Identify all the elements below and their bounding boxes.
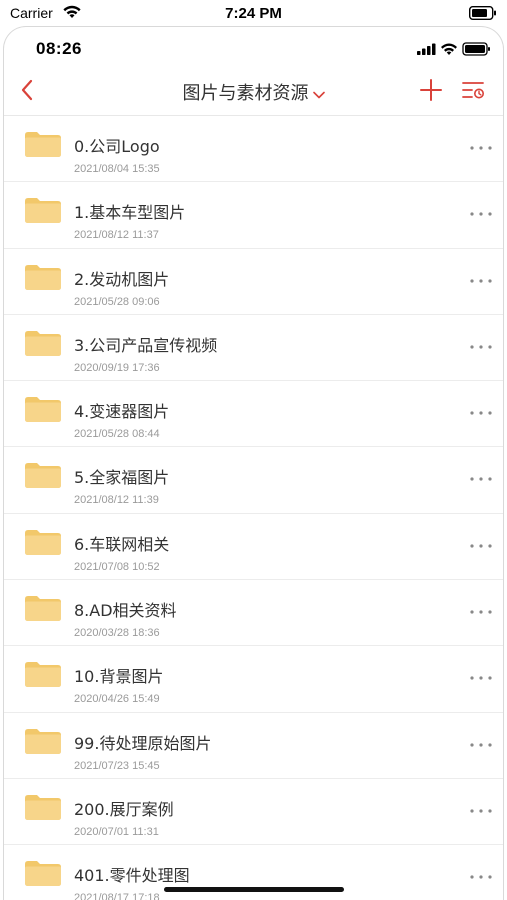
device-clock: 08:26 bbox=[36, 39, 82, 58]
folder-row[interactable]: 3.公司产品宣传视频 2020/09/19 17:36 bbox=[4, 315, 503, 382]
simulator-clock: 7:24 PM bbox=[225, 5, 282, 22]
more-icon[interactable] bbox=[469, 210, 493, 218]
folder-row[interactable]: 1.基本车型图片 2021/08/12 11:37 bbox=[4, 182, 503, 249]
folder-icon bbox=[25, 132, 61, 157]
folder-name: 8.AD相关资料 bbox=[74, 601, 177, 621]
folder-name: 6.车联网相关 bbox=[74, 534, 170, 554]
folder-icon bbox=[25, 662, 61, 688]
app-screen: 08:26 图片与素材资源 0.公司Logo 2021/08/04 15:35 … bbox=[4, 27, 503, 900]
folder-name: 401.零件处理图 bbox=[74, 866, 190, 886]
folder-icon bbox=[25, 397, 61, 423]
more-icon[interactable] bbox=[469, 741, 493, 749]
simulator-status-bar: Carrier 7:24 PM bbox=[0, 0, 507, 27]
folder-date: 2021/08/12 11:39 bbox=[74, 494, 159, 507]
signal-wifi-battery-icons bbox=[417, 42, 490, 56]
more-icon[interactable] bbox=[469, 277, 493, 285]
folder-date: 2020/03/28 18:36 bbox=[74, 627, 160, 640]
folder-date: 2020/09/19 17:36 bbox=[74, 361, 160, 374]
more-icon[interactable] bbox=[469, 807, 493, 815]
folder-date: 2020/04/26 15:49 bbox=[74, 693, 160, 706]
more-icon[interactable] bbox=[469, 144, 493, 152]
folder-row[interactable]: 2.发动机图片 2021/05/28 09:06 bbox=[4, 249, 503, 315]
folder-date: 2021/08/12 11:37 bbox=[74, 229, 159, 242]
folder-name: 99.待处理原始图片 bbox=[74, 733, 212, 753]
folder-list: 0.公司Logo 2021/08/04 15:35 1.基本车型图片 2021/… bbox=[4, 115, 503, 900]
folder-date: 2020/07/01 11:31 bbox=[74, 825, 159, 838]
folder-row[interactable]: 0.公司Logo 2021/08/04 15:35 bbox=[4, 116, 503, 183]
folder-date: 2021/07/23 15:45 bbox=[74, 759, 160, 772]
more-icon[interactable] bbox=[469, 475, 493, 483]
more-icon[interactable] bbox=[469, 542, 493, 550]
folder-date: 2021/05/28 09:06 bbox=[74, 295, 160, 308]
battery-icon bbox=[462, 42, 490, 56]
folder-icon bbox=[25, 463, 61, 489]
folder-icon bbox=[25, 794, 61, 820]
folder-icon bbox=[25, 861, 61, 887]
folder-row[interactable]: 200.展厅案例 2020/07/01 11:31 bbox=[4, 779, 503, 846]
folder-date: 2021/08/04 15:35 bbox=[74, 163, 160, 175]
folder-name: 3.公司产品宣传视频 bbox=[74, 335, 218, 355]
folder-date: 2021/08/17 17:18 bbox=[74, 892, 160, 900]
folder-name: 4.变速器图片 bbox=[74, 402, 170, 422]
folder-date: 2021/05/28 08:44 bbox=[74, 428, 160, 441]
folder-name: 200.展厅案例 bbox=[74, 799, 174, 819]
folder-icon bbox=[25, 330, 61, 356]
folder-row[interactable]: 6.车联网相关 2021/07/08 10:52 bbox=[4, 514, 503, 581]
folder-name: 2.发动机图片 bbox=[74, 269, 170, 289]
battery-icon bbox=[469, 6, 496, 20]
folder-icon bbox=[25, 728, 61, 754]
folder-name: 1.基本车型图片 bbox=[74, 203, 186, 223]
navigation-bar: 图片与素材资源 bbox=[4, 73, 503, 111]
folder-row[interactable]: 10.背景图片 2020/04/26 15:49 bbox=[4, 646, 503, 713]
more-icon[interactable] bbox=[469, 608, 493, 616]
page-title: 图片与素材资源 bbox=[182, 83, 309, 104]
cellular-signal-icon bbox=[417, 43, 436, 55]
folder-row[interactable]: 5.全家福图片 2021/08/12 11:39 bbox=[4, 447, 503, 514]
chevron-down-icon bbox=[312, 91, 325, 98]
folder-name: 0.公司Logo bbox=[74, 137, 160, 156]
folder-icon bbox=[25, 596, 61, 622]
folder-row[interactable]: 8.AD相关资料 2020/03/28 18:36 bbox=[4, 580, 503, 647]
home-indicator bbox=[164, 887, 344, 892]
folder-name: 5.全家福图片 bbox=[74, 468, 170, 488]
more-icon[interactable] bbox=[469, 674, 493, 682]
add-plus-icon[interactable] bbox=[419, 78, 443, 102]
more-icon[interactable] bbox=[469, 873, 493, 881]
wifi-icon bbox=[441, 43, 457, 55]
folder-row[interactable]: 99.待处理原始图片 2021/07/23 15:45 bbox=[4, 713, 503, 779]
more-icon[interactable] bbox=[469, 343, 493, 351]
folder-icon bbox=[25, 264, 61, 290]
more-icon[interactable] bbox=[469, 409, 493, 417]
device-status-bar: 08:26 bbox=[4, 27, 503, 73]
folder-row[interactable]: 4.变速器图片 2021/05/28 08:44 bbox=[4, 381, 503, 448]
sort-filter-icon[interactable] bbox=[461, 79, 487, 101]
folder-date: 2021/07/08 10:52 bbox=[74, 560, 160, 573]
folder-name: 10.背景图片 bbox=[74, 667, 164, 687]
folder-icon bbox=[25, 198, 61, 224]
folder-icon bbox=[25, 529, 61, 555]
